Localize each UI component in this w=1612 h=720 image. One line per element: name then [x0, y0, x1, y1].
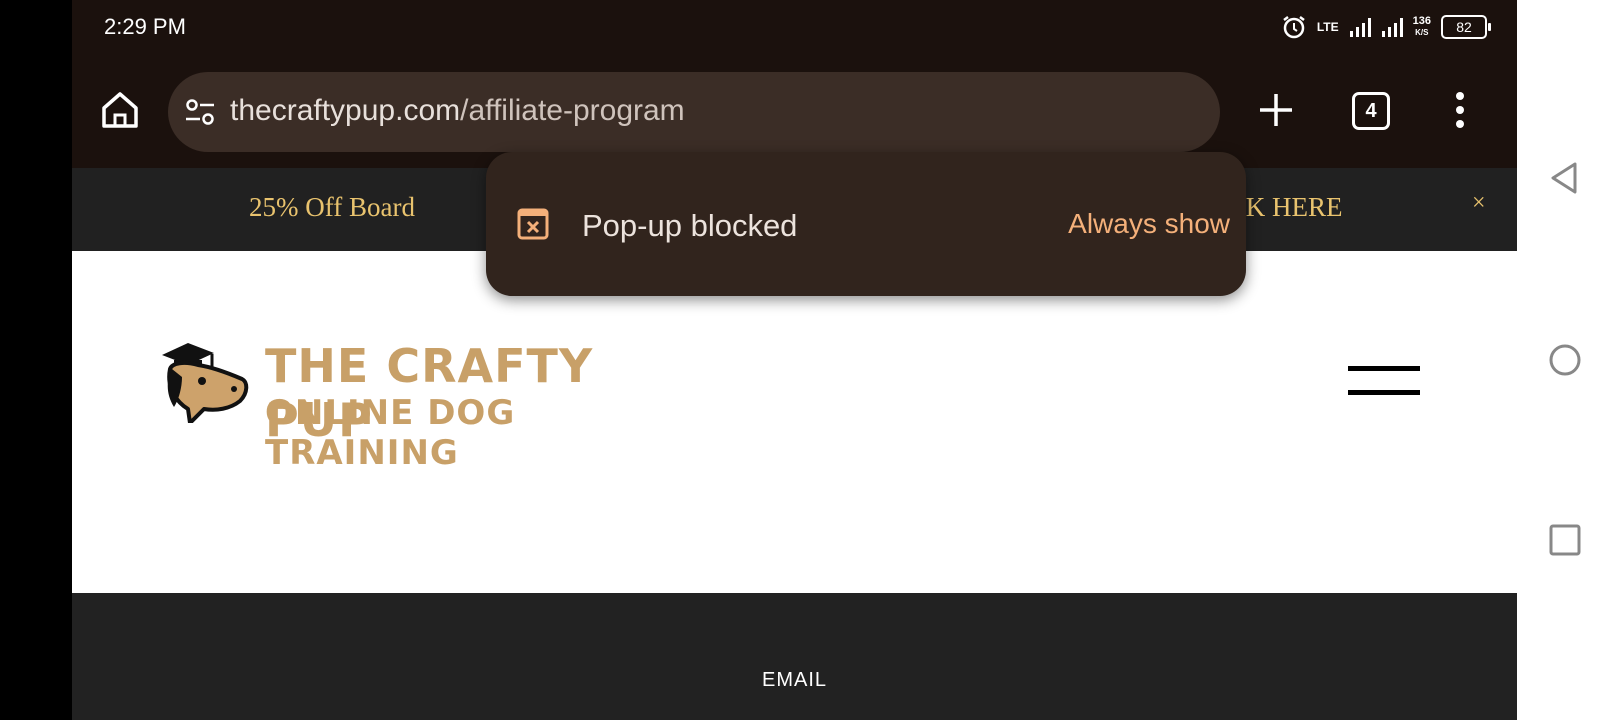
signal-icon-2 — [1381, 18, 1403, 37]
banner-text-left[interactable]: 25% Off Board — [249, 192, 415, 223]
network-speed-value: 136 — [1412, 15, 1431, 27]
footer-section: EMAIL — [72, 593, 1517, 720]
home-nav-icon[interactable] — [1547, 342, 1583, 378]
hamburger-line-bottom — [1348, 390, 1420, 395]
tab-switcher-button[interactable]: 4 — [1352, 92, 1390, 130]
new-tab-icon[interactable] — [1252, 86, 1300, 134]
browser-screen: 2:29 PM LTE 136 K/S 82 thecraftypup.com/… — [72, 0, 1517, 720]
signal-icon — [1349, 18, 1371, 37]
more-menu-icon[interactable] — [1448, 86, 1472, 134]
network-speed-unit: K/S — [1415, 28, 1429, 37]
url-text[interactable]: thecraftypup.com/affiliate-program — [230, 94, 685, 128]
address-bar[interactable]: thecraftypup.com/affiliate-program — [168, 72, 1220, 152]
site-header: THE CRAFTY PUP ONLINE DOG TRAINING — [72, 251, 1517, 593]
battery-level: 82 — [1456, 19, 1472, 35]
home-icon[interactable] — [96, 86, 144, 134]
network-speed: 136 K/S — [1413, 16, 1431, 38]
url-host: thecraftypup.com — [230, 94, 461, 127]
status-time: 2:29 PM — [104, 14, 186, 39]
popup-blocked-text: Pop-up blocked — [582, 208, 798, 243]
popup-blocked-message: Pop-up blocked Always show — [486, 152, 1246, 296]
hamburger-line-top — [1348, 366, 1420, 371]
hamburger-menu-icon[interactable] — [1348, 366, 1420, 398]
tab-count: 4 — [1365, 99, 1377, 122]
back-icon[interactable] — [1547, 160, 1583, 196]
battery-icon: 82 — [1441, 15, 1491, 39]
status-icons: LTE 136 K/S 82 — [1281, 14, 1491, 40]
network-type: LTE — [1316, 20, 1339, 34]
android-nav-bar — [1517, 0, 1612, 720]
alarm-icon — [1283, 16, 1305, 39]
popup-blocked-icon — [517, 208, 549, 240]
site-settings-icon[interactable] — [182, 94, 218, 130]
site-logo[interactable]: THE CRAFTY PUP ONLINE DOG TRAINING — [158, 339, 698, 473]
status-bar: 2:29 PM LTE 136 K/S 82 — [72, 0, 1517, 56]
recents-icon[interactable] — [1547, 522, 1583, 558]
url-path: /affiliate-program — [460, 94, 685, 127]
email-label: EMAIL — [761, 669, 828, 691]
logo-subtitle: ONLINE DOG TRAINING — [265, 393, 516, 473]
dog-graduate-icon — [162, 343, 249, 423]
banner-close-button[interactable]: × — [1472, 190, 1486, 217]
always-show-button[interactable]: Always show — [1068, 208, 1230, 240]
